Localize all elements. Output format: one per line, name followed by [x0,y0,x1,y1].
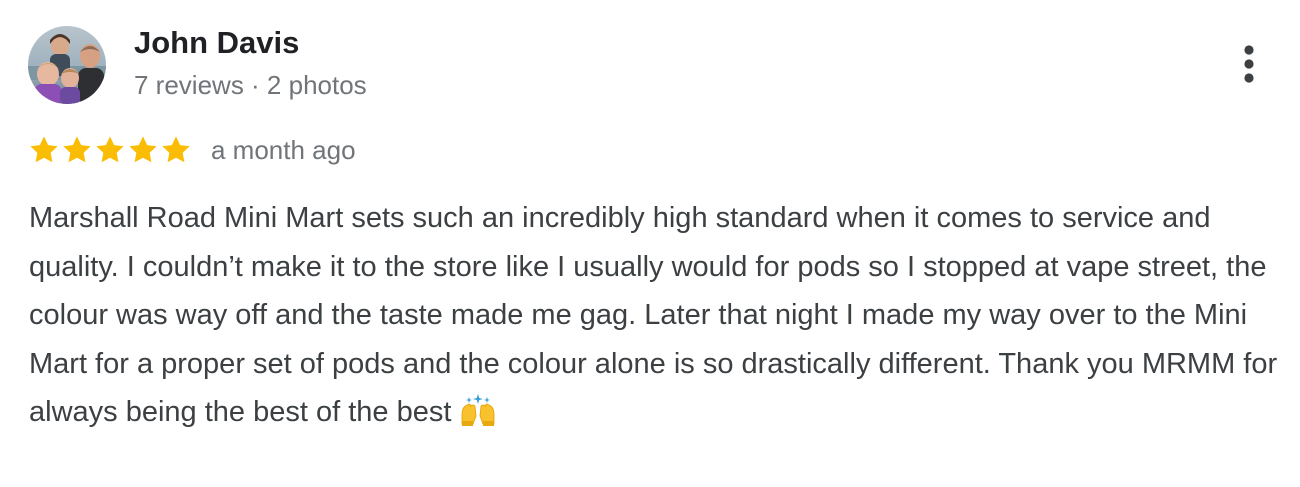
raising-hands-icon [459,393,497,442]
star-icon [129,136,157,163]
review-text: Marshall Road Mini Mart sets such an inc… [29,194,1279,442]
avatar[interactable] [28,26,106,104]
review-body: Marshall Road Mini Mart sets such an inc… [29,202,1278,428]
more-vertical-icon [1244,45,1254,83]
review-date: a month ago [211,134,356,165]
author-meta[interactable]: 7 reviews · 2 photos [134,70,367,101]
review-card: John Davis 7 reviews · 2 photos a month … [0,0,1300,487]
star-icon [96,136,124,163]
rating-row: a month ago [28,132,356,168]
star-rating [28,134,193,166]
author-name[interactable]: John Davis [134,25,299,61]
star-icon [30,136,58,163]
star-icon [162,136,190,163]
more-options-button[interactable] [1232,40,1266,88]
star-icon [63,136,91,163]
avatar-photo [28,26,106,104]
